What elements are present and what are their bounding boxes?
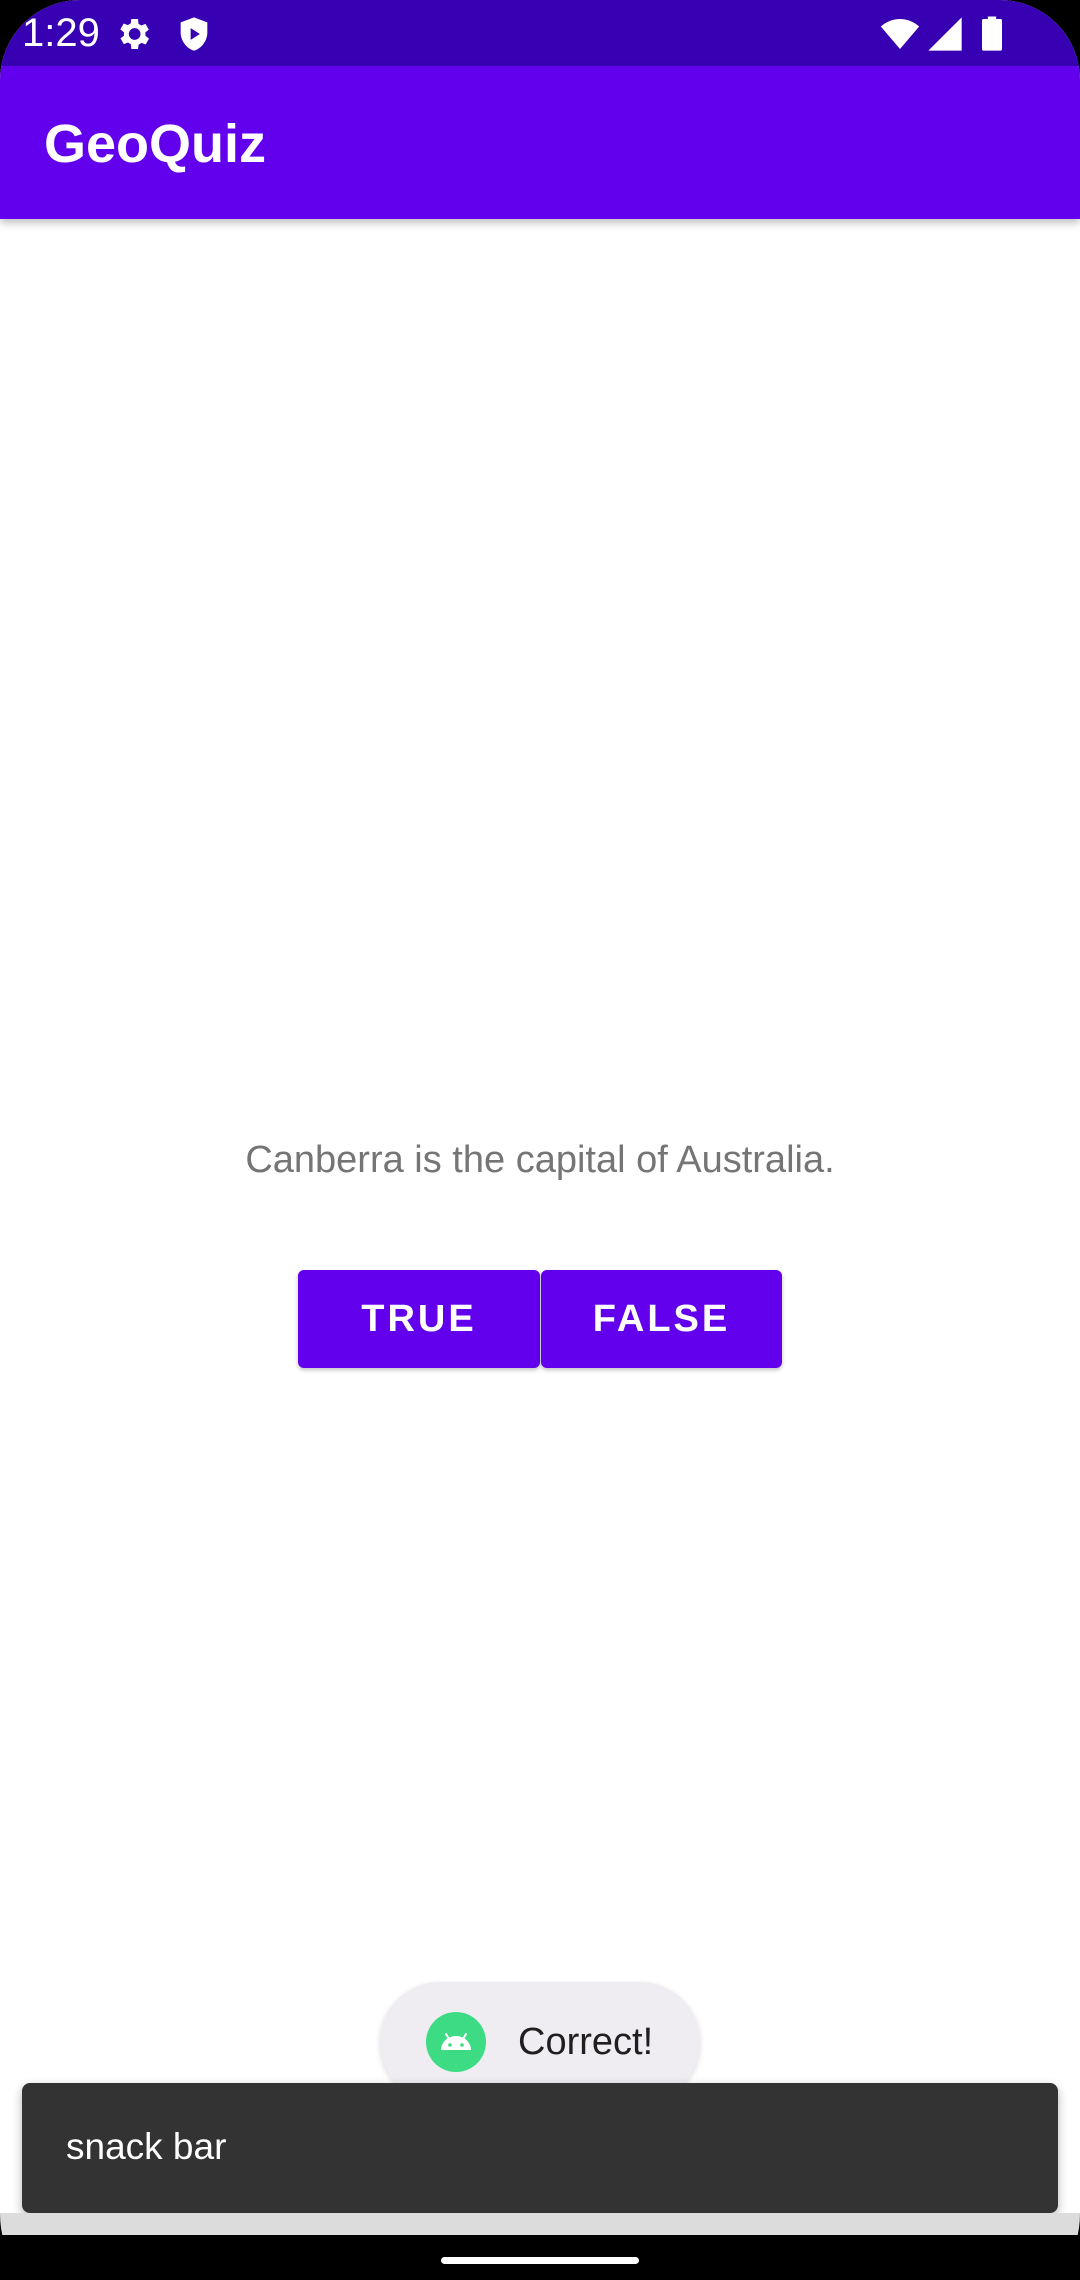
status-time: 1:29: [22, 11, 100, 55]
app-bar: GeoQuiz: [0, 66, 1080, 219]
wifi-icon: [880, 19, 920, 49]
gear-icon: [120, 19, 149, 49]
gesture-handle[interactable]: [441, 2257, 639, 2264]
android-icon: [426, 2012, 486, 2072]
status-bar: 1:29: [0, 0, 1080, 66]
true-button[interactable]: TRUE: [298, 1270, 540, 1368]
battery-icon: [982, 16, 1002, 51]
shield-icon: [180, 17, 208, 51]
device-screen: 1:29 GeoQuiz Canberra is the capital of …: [0, 0, 1080, 2280]
toast-message: Correct!: [518, 2021, 654, 2063]
question-text: Canberra is the capital of Australia.: [245, 1139, 835, 1181]
false-button[interactable]: FALSE: [541, 1270, 782, 1368]
signal-icon: [928, 17, 962, 51]
bottom-shadow: [0, 2213, 1080, 2235]
app-title: GeoQuiz: [44, 114, 267, 174]
snackbar: snack bar: [22, 2083, 1058, 2213]
snackbar-message: snack bar: [66, 2126, 227, 2167]
